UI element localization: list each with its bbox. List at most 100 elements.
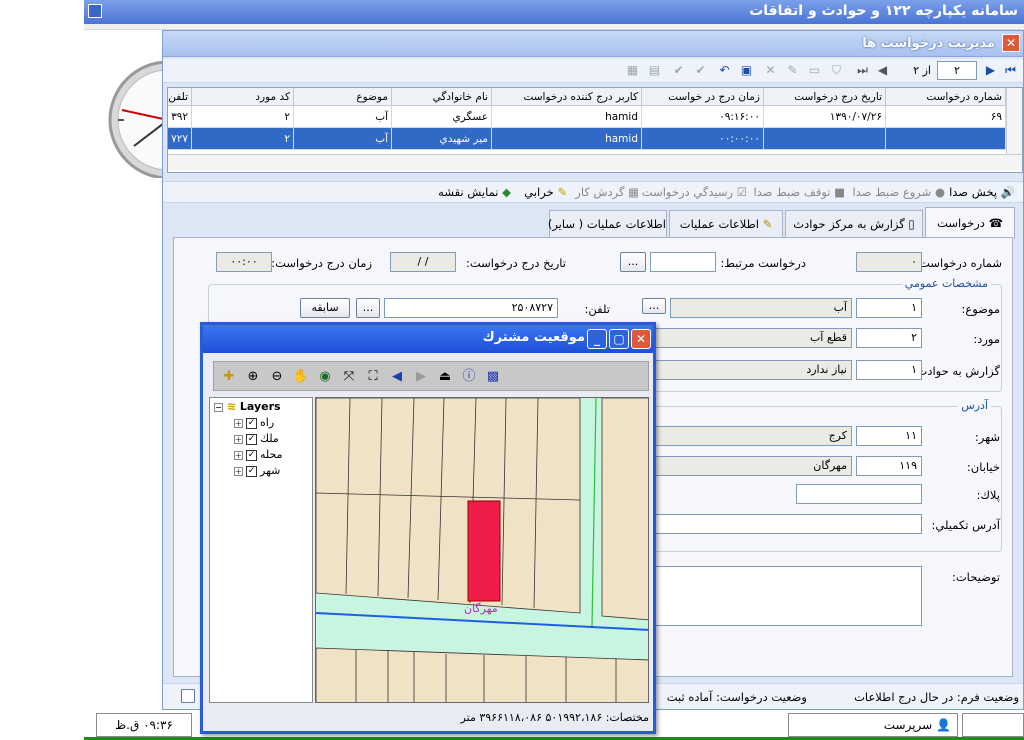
show-map-button[interactable]: ◆ نمايش نقشه bbox=[438, 185, 511, 199]
map-close-button[interactable]: ✕ bbox=[631, 329, 651, 349]
zoom-out-icon[interactable]: ⊖ bbox=[268, 368, 286, 386]
related-lookup-button[interactable]: ... bbox=[620, 252, 646, 272]
case-code-field[interactable]: ۲ bbox=[856, 328, 922, 348]
print-preview-icon[interactable]: ▤ bbox=[646, 62, 663, 79]
col-header[interactable]: تاريخ درج درخواست bbox=[764, 88, 886, 106]
tab-incident-report[interactable]: ▯ گزارش به مركز حوادث bbox=[785, 210, 923, 238]
col-header[interactable]: زمان درج در خواست bbox=[642, 88, 764, 106]
notes-icon: ✎ bbox=[762, 217, 773, 231]
plate-label: پلاك: bbox=[976, 488, 1000, 502]
device-icon: ▯ bbox=[908, 217, 915, 231]
tab-operations-other[interactable]: اطلاعات عمليات ( ساير) bbox=[548, 210, 667, 238]
map-minimize-button[interactable]: _ bbox=[587, 329, 607, 349]
layer-checkbox[interactable]: ✓ bbox=[246, 417, 257, 429]
map-canvas[interactable]: مهرگان bbox=[315, 397, 649, 703]
map-icon: ◆ bbox=[502, 185, 511, 199]
app-icon[interactable] bbox=[88, 4, 102, 18]
subject-code-field[interactable]: ۱ bbox=[856, 298, 922, 318]
window-close-button[interactable]: ✕ bbox=[1002, 34, 1020, 52]
layers-root[interactable]: − ≋ Layers bbox=[214, 400, 281, 413]
street-code-field[interactable]: ۱۱۹ bbox=[856, 456, 922, 476]
full-extent-icon[interactable]: ⛶ bbox=[364, 368, 382, 386]
address-group-title: آدرس bbox=[958, 399, 991, 412]
receipt-button[interactable]: ☑ رسيدگي درخواست bbox=[642, 185, 747, 199]
confirm-icon[interactable]: ✔ bbox=[692, 62, 709, 79]
city-code-field[interactable]: ۱۱ bbox=[856, 426, 922, 446]
plate-field[interactable] bbox=[796, 484, 922, 504]
general-group-title: مشخصات عمومي bbox=[901, 277, 991, 290]
export-icon[interactable]: ⏏ bbox=[436, 368, 454, 386]
layer-label: محله bbox=[260, 448, 283, 461]
edit-icon[interactable]: ✎ bbox=[784, 62, 801, 79]
grid-vertical-scrollbar[interactable] bbox=[1006, 88, 1022, 154]
delete-icon[interactable]: ✕ bbox=[762, 62, 779, 79]
phone-lookup-button[interactable]: ... bbox=[356, 298, 380, 318]
next-record-icon[interactable]: ▶ bbox=[982, 62, 999, 79]
tab-label: درخواست bbox=[937, 216, 985, 230]
date-field[interactable]: / / bbox=[390, 252, 456, 272]
speaker-icon: 🔊 bbox=[1000, 185, 1015, 199]
print-icon[interactable]: ▦ bbox=[624, 62, 641, 79]
zoom-in-icon[interactable]: ⊕ bbox=[244, 368, 262, 386]
start-record-button[interactable]: ● شروع ضبط صدا bbox=[852, 185, 945, 199]
prev-record-icon[interactable]: ◀ bbox=[874, 62, 891, 79]
grid-view-icon[interactable] bbox=[181, 689, 195, 703]
street-label: خيابان: bbox=[966, 460, 1000, 474]
pan-hand-icon[interactable]: ✋ bbox=[292, 368, 310, 386]
last-record-icon[interactable]: ⏭ bbox=[854, 62, 871, 79]
table-cell: ۲ bbox=[192, 128, 294, 150]
filter-icon[interactable]: ⛉ bbox=[828, 62, 845, 79]
col-header[interactable]: تلفن bbox=[168, 88, 192, 106]
zoom-fit-icon[interactable]: ⤧ bbox=[340, 368, 358, 386]
first-record-icon[interactable]: ⏮ bbox=[1002, 62, 1019, 79]
stop-record-button[interactable]: ■ توقف ضبط صدا bbox=[753, 185, 845, 199]
save-icon[interactable]: ▣ bbox=[738, 62, 755, 79]
time-label: زمان درج درخواست: bbox=[271, 256, 372, 270]
layer-item-city[interactable]: + ✓ شهر bbox=[234, 464, 280, 477]
layer-item-parcel[interactable]: + ✓ ملك bbox=[234, 432, 279, 445]
phone-field[interactable]: ۲۵۰۸۷۲۷ bbox=[384, 298, 558, 318]
req-no-field[interactable]: ۰ bbox=[856, 252, 922, 272]
layer-item-road[interactable]: + ✓ راه bbox=[234, 416, 274, 429]
related-label: درخواست مرتبط: bbox=[720, 256, 806, 270]
new-doc-icon[interactable]: ▭ bbox=[806, 62, 823, 79]
play-sound-button[interactable]: 🔊 پخش صدا bbox=[949, 185, 1015, 199]
layer-checkbox[interactable]: ✓ bbox=[246, 449, 257, 461]
record-icon: ● bbox=[934, 185, 945, 199]
globe-icon[interactable]: ◉ bbox=[316, 368, 334, 386]
history-button[interactable]: سابقه bbox=[300, 298, 350, 318]
col-header[interactable]: نام خانوادگي bbox=[392, 88, 492, 106]
layer-checkbox[interactable]: ✓ bbox=[246, 433, 257, 445]
time-field[interactable]: ۰۰:۰۰ bbox=[216, 252, 272, 272]
page-current-input[interactable]: ۲ bbox=[937, 61, 977, 80]
layer-checkbox[interactable]: ✓ bbox=[246, 465, 257, 477]
table-cell: hamid bbox=[492, 128, 642, 150]
selected-parcel[interactable] bbox=[467, 500, 501, 602]
tab-request[interactable]: ☎ درخواست bbox=[925, 207, 1015, 239]
subject-name-field[interactable]: آب bbox=[670, 298, 852, 318]
forward-arrow-icon[interactable]: ▶ bbox=[412, 368, 430, 386]
stop-record-label: توقف ضبط صدا bbox=[753, 185, 831, 199]
map-maximize-button[interactable]: ▢ bbox=[609, 329, 629, 349]
user-panel[interactable]: 👤 سرپرست bbox=[788, 713, 958, 737]
fault-button[interactable]: ✎ خرابي bbox=[524, 185, 567, 199]
map-title: موقعيت مشترك bbox=[482, 330, 585, 345]
grid-horizontal-scrollbar[interactable] bbox=[168, 154, 1022, 170]
confirm-all-icon[interactable]: ✔ bbox=[670, 62, 687, 79]
report-code-field[interactable]: ۱ bbox=[856, 360, 922, 380]
select-tool-icon[interactable]: ▩ bbox=[484, 368, 502, 386]
undo-icon[interactable]: ↶ bbox=[716, 62, 733, 79]
layer-item-district[interactable]: + ✓ محله bbox=[234, 448, 283, 461]
back-arrow-icon[interactable]: ◀ bbox=[388, 368, 406, 386]
related-field[interactable] bbox=[650, 252, 716, 272]
add-point-icon[interactable]: ✚ bbox=[220, 368, 238, 386]
subject-lookup-button[interactable]: ... bbox=[642, 298, 666, 314]
info-icon[interactable]: ⓘ bbox=[460, 368, 478, 386]
col-header[interactable]: شماره درخواست bbox=[886, 88, 1006, 106]
tab-operations[interactable]: ✎ اطلاعات عمليات bbox=[669, 210, 783, 238]
col-header[interactable]: موضوع bbox=[294, 88, 392, 106]
col-header[interactable]: كد مورد bbox=[192, 88, 294, 106]
case-label: مورد: bbox=[973, 332, 1000, 346]
col-header[interactable]: كاربر درج كننده درخواست bbox=[492, 88, 642, 106]
workflow-button[interactable]: ▦ گردش كار bbox=[575, 185, 639, 199]
